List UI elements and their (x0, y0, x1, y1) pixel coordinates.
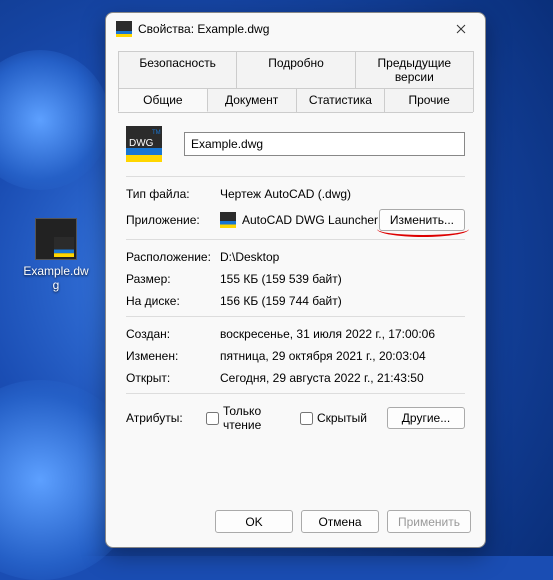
location-value: D:\Desktop (220, 250, 279, 264)
close-icon (456, 24, 466, 34)
accessed-label: Открыт: (126, 371, 220, 385)
ondisk-value: 156 КБ (159 744 байт) (220, 294, 342, 308)
tab-document[interactable]: Документ (207, 88, 297, 112)
svg-text:DWG: DWG (129, 138, 154, 149)
hidden-label: Скрытый (317, 411, 367, 425)
dwg-title-icon (116, 21, 132, 37)
separator (126, 176, 465, 177)
hidden-checkbox-wrap[interactable]: Скрытый (300, 411, 367, 425)
readonly-checkbox-wrap[interactable]: Только чтение (206, 404, 290, 432)
modified-label: Изменен: (126, 349, 220, 363)
separator (126, 239, 465, 240)
file-large-icon: DWG TM (126, 126, 162, 162)
attrs-label: Атрибуты: (126, 411, 196, 425)
hidden-checkbox[interactable] (300, 412, 313, 425)
filetype-label: Тип файла: (126, 187, 220, 201)
size-value: 155 КБ (159 539 байт) (220, 272, 342, 286)
ondisk-label: На диске: (126, 294, 220, 308)
close-button[interactable] (439, 14, 483, 44)
app-icon (220, 212, 236, 228)
readonly-checkbox[interactable] (206, 412, 219, 425)
desktop-file-label: Example.dwg (20, 264, 92, 292)
cancel-button[interactable]: Отмена (301, 510, 379, 533)
filetype-value: Чертеж AutoCAD (.dwg) (220, 187, 351, 201)
modified-value: пятница, 29 октября 2021 г., 20:03:04 (220, 349, 426, 363)
app-name: AutoCAD DWG Launcher (242, 213, 379, 227)
readonly-label: Только чтение (223, 404, 290, 432)
filename-input[interactable] (184, 132, 465, 156)
ok-button[interactable]: OK (215, 510, 293, 533)
size-label: Размер: (126, 272, 220, 286)
change-button[interactable]: Изменить... (379, 209, 465, 231)
tab-other[interactable]: Прочие (384, 88, 474, 112)
other-attrs-button[interactable]: Другие... (387, 407, 465, 429)
tab-general[interactable]: Общие (118, 88, 208, 112)
tab-statistics[interactable]: Статистика (296, 88, 386, 112)
separator (126, 393, 465, 394)
dialog-title: Свойства: Example.dwg (138, 22, 439, 36)
apply-button[interactable]: Применить (387, 510, 471, 533)
separator (126, 316, 465, 317)
svg-text:TM: TM (152, 130, 161, 136)
tab-content-general: DWG TM Тип файла: Чертеж AutoCAD (.dwg) … (106, 112, 485, 500)
tab-previous-versions[interactable]: Предыдущие версии (355, 51, 474, 88)
tab-details[interactable]: Подробно (236, 51, 355, 88)
created-value: воскресенье, 31 июля 2022 г., 17:00:06 (220, 327, 435, 341)
tabs: Безопасность Подробно Предыдущие версии … (106, 45, 485, 112)
dialog-footer: OK Отмена Применить (106, 500, 485, 547)
change-highlight: Изменить... (379, 209, 465, 231)
app-label: Приложение: (126, 213, 220, 227)
created-label: Создан: (126, 327, 220, 341)
tab-security[interactable]: Безопасность (118, 51, 237, 88)
location-label: Расположение: (126, 250, 220, 264)
properties-dialog: Свойства: Example.dwg Безопасность Подро… (105, 12, 486, 548)
accessed-value: Сегодня, 29 августа 2022 г., 21:43:50 (220, 371, 424, 385)
desktop-file-icon[interactable]: Example.dwg (20, 218, 92, 292)
titlebar[interactable]: Свойства: Example.dwg (106, 13, 485, 45)
dwg-file-icon (35, 218, 77, 260)
